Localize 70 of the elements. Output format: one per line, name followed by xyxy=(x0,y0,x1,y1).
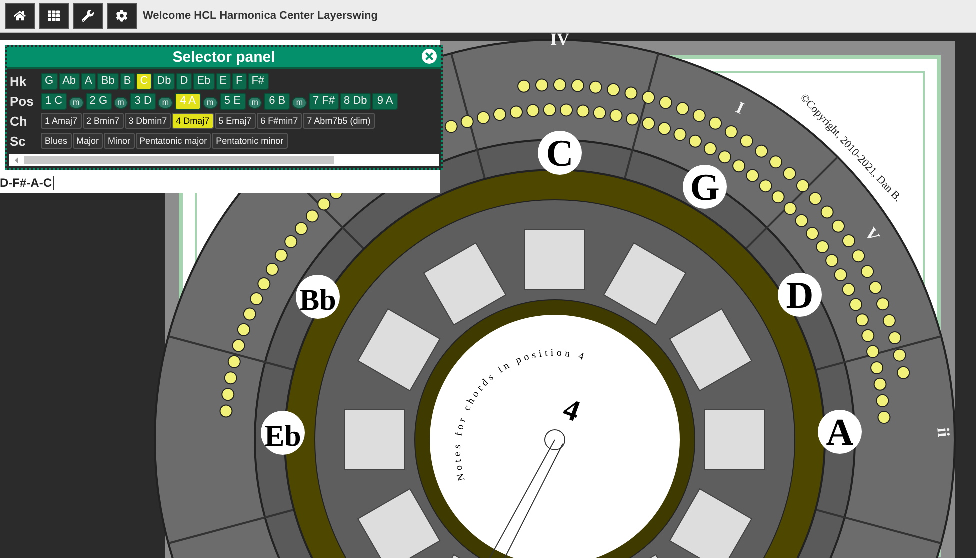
option-button[interactable]: G xyxy=(41,72,58,90)
option-button[interactable]: D xyxy=(176,72,192,90)
option-button[interactable]: 6 B xyxy=(264,92,290,110)
settings-button[interactable] xyxy=(107,3,137,29)
option-button[interactable]: 7 F# xyxy=(309,92,340,110)
option-button[interactable]: 8 Db xyxy=(340,92,372,110)
position-number: 4 xyxy=(559,392,585,429)
horizontal-scrollbar[interactable] xyxy=(9,154,439,166)
home-icon xyxy=(14,10,26,22)
option-button[interactable]: Blues xyxy=(41,133,72,149)
wrench-icon xyxy=(82,10,94,22)
option-button[interactable]: 1 C xyxy=(41,92,67,110)
option-button[interactable]: 4 Dmaj7 xyxy=(172,113,214,129)
wrench-button[interactable] xyxy=(73,3,103,29)
key-label: G xyxy=(683,165,727,209)
key-label: Bb xyxy=(296,275,340,319)
chord-card xyxy=(704,410,766,470)
close-button[interactable] xyxy=(422,49,437,64)
option-button[interactable]: Major xyxy=(72,133,104,149)
option-button[interactable]: 5 Emaj7 xyxy=(214,113,256,129)
close-icon xyxy=(424,51,435,62)
roman-numeral: V xyxy=(861,224,884,246)
option-button[interactable]: 6 F#min7 xyxy=(256,113,302,129)
option-button[interactable]: E xyxy=(216,72,231,90)
minor-toggle-button[interactable]: m xyxy=(69,96,84,108)
option-button[interactable]: A xyxy=(81,72,96,90)
app-title: Welcome HCL Harmonica Center Layerswing xyxy=(143,10,378,22)
chord-card xyxy=(524,230,586,290)
panel-title: Selector panel xyxy=(172,48,276,66)
option-button[interactable]: F# xyxy=(248,72,269,90)
option-button[interactable]: 7 Abm7b5 (dim) xyxy=(303,113,375,129)
option-button[interactable]: 5 E xyxy=(220,92,246,110)
key-label: A xyxy=(818,410,862,454)
option-button[interactable]: 3 D xyxy=(130,92,156,110)
option-button[interactable]: Ab xyxy=(58,72,80,90)
option-button[interactable]: 9 A xyxy=(372,92,398,110)
roman-numeral: I xyxy=(733,98,748,118)
minor-toggle-button[interactable]: m xyxy=(292,96,308,108)
row-label: Ch xyxy=(10,114,28,128)
option-button[interactable]: 1 Amaj7 xyxy=(41,113,82,129)
option-button[interactable]: Eb xyxy=(193,72,215,90)
option-button[interactable]: Minor xyxy=(104,133,135,149)
option-button[interactable]: Db xyxy=(153,72,176,90)
roman-numeral: IV xyxy=(550,33,570,49)
minor-toggle-button[interactable]: m xyxy=(114,96,128,108)
settings-icon xyxy=(116,10,128,22)
option-button[interactable]: Pentatonic major xyxy=(136,133,212,149)
row-label: Hk xyxy=(10,74,28,88)
option-button[interactable]: 2 G xyxy=(86,92,112,110)
option-button[interactable]: 2 Bmin7 xyxy=(82,113,124,129)
minor-toggle-button[interactable]: m xyxy=(203,96,218,108)
option-button[interactable]: B xyxy=(120,72,136,90)
roman-numeral: ii xyxy=(934,426,954,438)
row-label: Sc xyxy=(10,134,27,148)
row-label: Pos xyxy=(10,94,35,108)
scrollbar-thumb[interactable] xyxy=(24,156,334,164)
minor-toggle-button[interactable]: m xyxy=(158,96,174,108)
grid-button[interactable] xyxy=(39,3,69,29)
option-button[interactable]: Pentatonic minor xyxy=(212,133,288,149)
option-button[interactable]: F xyxy=(232,72,247,90)
key-label: C xyxy=(538,131,582,175)
chord-card xyxy=(344,410,406,470)
option-button[interactable]: Bb xyxy=(97,72,119,90)
home-button[interactable] xyxy=(5,3,35,29)
chord-notes-text: D-F#-A-C xyxy=(0,176,54,190)
key-label: D xyxy=(778,273,822,317)
grid-icon xyxy=(48,10,60,22)
key-label: Eb xyxy=(261,411,305,455)
option-button[interactable]: 3 Dbmin7 xyxy=(124,113,172,129)
minor-toggle-button[interactable]: m xyxy=(248,96,262,108)
